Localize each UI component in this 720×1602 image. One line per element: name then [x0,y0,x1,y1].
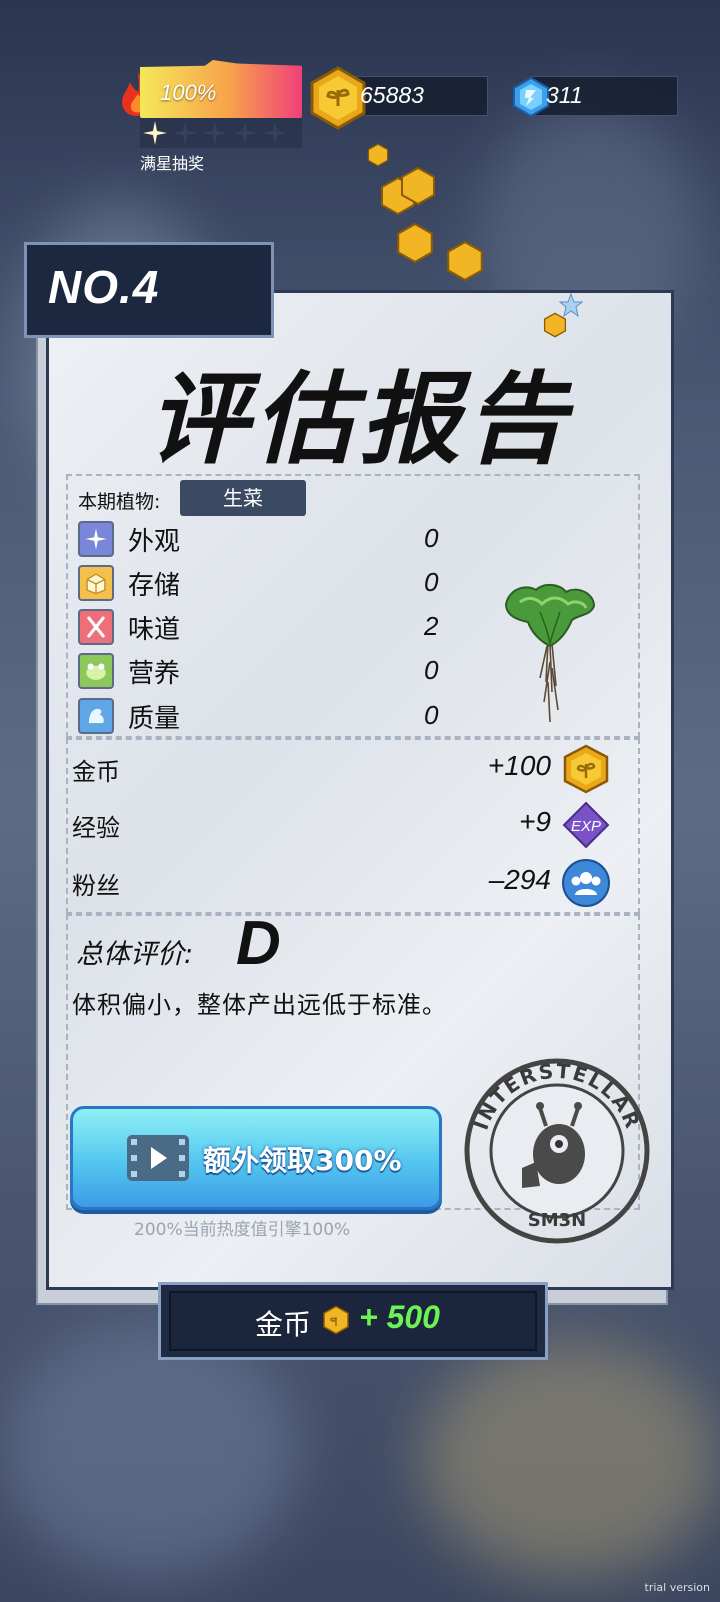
attribute-label: 质量 [128,704,181,734]
video-icon [127,1135,189,1181]
report-title: 评估报告 [148,361,572,478]
evaluation-comment: 体积偏小，整体产出远低于标准。 [72,991,447,1019]
trial-watermark: trial version [644,1581,710,1594]
heat-percent: 100% [160,80,217,105]
reward-value: –294 [488,864,551,895]
star-rating[interactable] [140,118,302,148]
fans-icon [562,859,610,907]
attribute-value: 2 [424,611,439,641]
reward-row-coins: 金币 +100 [72,744,617,794]
flying-coin-icon [401,166,435,206]
extra-claim-label: 额外领取300% [203,1144,402,1177]
reward-value: +100 [487,750,551,781]
coin-count: 65883 [360,82,424,108]
reward-label: 经验 [72,814,120,842]
sparkle-icon [78,521,114,557]
claim-gold-amount: + 500 [359,1299,440,1335]
attribute-label: 存储 [128,571,181,601]
exp-badge-icon: EXP [562,801,610,849]
stamp-bottom-text: SM3N [528,1210,586,1231]
star-empty-icon [233,121,257,145]
attribute-row-nutrition: 营养 0 [78,653,458,691]
attribute-value: 0 [424,567,439,597]
claim-gold-label: 金币 [255,1308,312,1341]
attribute-value: 0 [424,655,439,685]
flying-coin-icon [367,143,389,167]
muscle-arm-icon [78,698,114,734]
star-empty-icon [173,121,197,145]
heat-engine-hint: 200%当前热度值引擎100% [134,1220,351,1240]
exp-badge-text: EXP [571,818,601,835]
report-number: NO.4 [48,261,160,313]
interstellar-news-stamp: INTERSTELLAR SM3N [464,1058,650,1244]
plant-name-badge: 生菜 [180,480,306,516]
gold-coin-icon [563,744,609,794]
overall-grade: D [236,909,281,978]
star-filled-icon [143,121,167,145]
attribute-label: 营养 [128,659,181,689]
storage-box-icon [78,565,114,601]
attribute-row-taste: 味道 2 [78,609,458,647]
star-lottery-label[interactable]: 满星抽奖 [140,150,204,174]
attribute-value: 0 [424,523,439,553]
attribute-row-appearance: 外观 0 [78,521,458,559]
gem-count: 311 [546,82,583,108]
reward-value: +9 [519,806,551,837]
reward-row-exp: 经验 +9 EXP [72,800,617,850]
flying-coin-icon [447,240,483,282]
star-empty-icon [263,121,287,145]
claim-gold-button[interactable]: 金币 + 500 [158,1282,548,1360]
star-sticker-icon [558,292,584,318]
flying-coin-icon [397,222,433,264]
attribute-label: 外观 [128,527,181,557]
plant-label: 本期植物: [78,491,161,513]
attribute-label: 味道 [128,615,181,645]
nutrition-frog-icon [78,653,114,689]
attribute-row-quality: 质量 0 [78,698,458,736]
reward-label: 粉丝 [72,872,120,900]
star-empty-icon [203,121,227,145]
claim-gold-inner [169,1291,537,1351]
attribute-value: 0 [424,700,439,730]
reward-label: 金币 [72,758,120,786]
overall-rating-label: 总体评价: [76,939,194,970]
gold-coin-icon [323,1305,349,1335]
reward-row-fans: 粉丝 –294 [72,858,617,908]
lettuce-illustration [504,584,596,723]
attribute-row-storage: 存储 0 [78,565,458,603]
top-hud: 100% 满星抽奖 65883 311 [0,0,720,180]
fork-knife-icon [78,609,114,645]
extra-claim-ad-button[interactable]: 额外领取300% [70,1106,442,1210]
